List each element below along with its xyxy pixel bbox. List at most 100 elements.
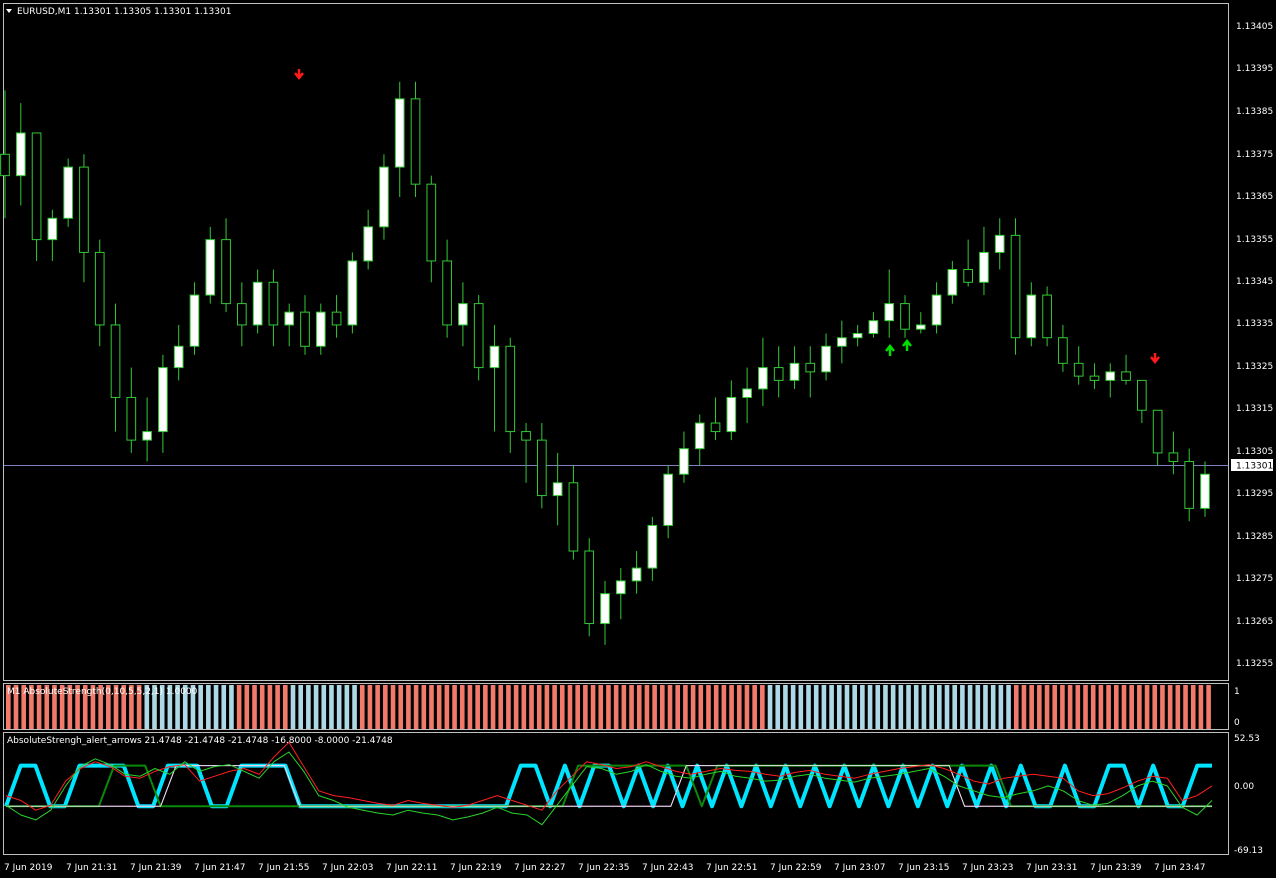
time-tick: 7 Jun 23:39 [1090,863,1142,873]
histogram-bar [690,685,696,729]
histogram-bar [906,685,911,729]
histogram-bar [775,685,781,729]
histogram-bar [352,685,357,729]
candle-body [521,431,531,441]
histogram-bar [860,685,865,729]
histogram-bar [1060,685,1065,729]
candle-body [884,303,895,322]
histogram-bar [413,685,419,729]
histogram-bar [529,685,534,729]
histogram-bar [852,685,857,729]
price-tick: 1.13285 [1236,532,1273,542]
histogram-bar [1052,685,1058,729]
histogram-bar [536,685,542,729]
candle-body [284,311,295,326]
candle-body [126,396,137,441]
histogram-bar [1183,685,1188,729]
time-tick: 7 Jun 22:43 [642,863,693,873]
histogram-bar [736,685,742,729]
candle [410,81,421,197]
time-tick: 7 Jun 21:55 [258,863,309,873]
candle-body [1042,294,1052,339]
histogram-bar [198,685,203,729]
candle-body [568,482,579,552]
candle-body [1168,452,1179,462]
histogram-bar [1106,685,1111,729]
candle-body [173,345,184,369]
candle-body [158,367,168,433]
histogram-bar [1144,685,1150,729]
time-tick: 7 Jun 22:03 [322,863,373,873]
histogram-bar [206,685,211,729]
histogram-bar [929,685,934,729]
histogram-bar [390,685,396,729]
histogram-bar [306,685,311,729]
histogram-bar [629,685,634,729]
histogram-bar [813,685,819,729]
candle-body [773,367,784,381]
histogram-bar [259,685,265,729]
time-tick: 7 Jun 23:15 [898,863,949,873]
time-tick: 7 Jun 21:47 [194,863,245,873]
candle-body [584,550,595,625]
chart-background [0,0,1276,878]
histogram-bar [275,685,280,729]
candle-body [1121,371,1131,381]
histogram-axis-tick: 0 [1234,718,1240,728]
candle-body [252,281,263,326]
histogram-bar [1198,685,1204,729]
histogram-bar [559,685,565,729]
histogram-bar [506,685,511,729]
histogram-bar [706,685,711,729]
histogram-bar [459,685,465,729]
candle-body [94,251,105,326]
histogram-bar [336,685,342,729]
price-tick: 1.13335 [1236,319,1273,329]
candle [584,538,595,637]
candle-body [979,251,989,283]
candle-body [1026,294,1037,339]
histogram-bar [683,685,688,729]
symbol-header[interactable]: EURUSD,M1 1.13301 1.13305 1.13301 1.1330… [6,7,231,17]
candle-body [663,473,674,526]
histogram-bar [406,685,411,729]
candle-body [837,337,847,347]
candle-body [142,431,152,441]
candle-body [947,268,958,296]
histogram-bar [444,685,450,729]
time-tick: 7 Jun 22:51 [706,863,757,873]
time-tick: 7 Jun 23:31 [1026,863,1077,873]
histogram-bar [1121,685,1127,729]
candle-body [631,567,642,582]
candle-body [473,303,484,369]
candle-body [742,388,752,398]
histogram-bar [890,685,896,729]
time-tick: 7 Jun 2019 [4,863,53,873]
trading-chart[interactable]: EURUSD,M1 1.13301 1.13305 1.13301 1.1330… [0,0,1276,878]
candle-body [315,311,326,347]
symbol-info-text: EURUSD,M1 1.13301 1.13305 1.13301 1.1330… [17,7,231,17]
histogram-bar [1021,685,1027,729]
price-tick: 1.13345 [1236,277,1273,287]
histogram-bar [429,685,434,729]
histogram-bar [1037,685,1042,729]
histogram-bar [1083,685,1088,729]
histogram-bar [1190,685,1196,729]
candle-body [410,98,421,185]
histogram-bar [867,685,873,729]
price-tick: 1.13265 [1236,617,1273,627]
candle-body [426,183,437,262]
candle-body [1010,234,1021,339]
candle-body [1200,473,1210,509]
histogram-bar [952,685,958,729]
candle-body [110,324,121,398]
histogram-bar [1013,685,1019,729]
histogram-bar [1044,685,1050,729]
histogram-bar [367,685,373,729]
candle-body [537,439,547,497]
histogram-bar [960,685,965,729]
histogram-bar [883,685,888,729]
histogram-bar [298,685,303,729]
candle-body [900,303,910,330]
histogram-bar [729,685,734,729]
